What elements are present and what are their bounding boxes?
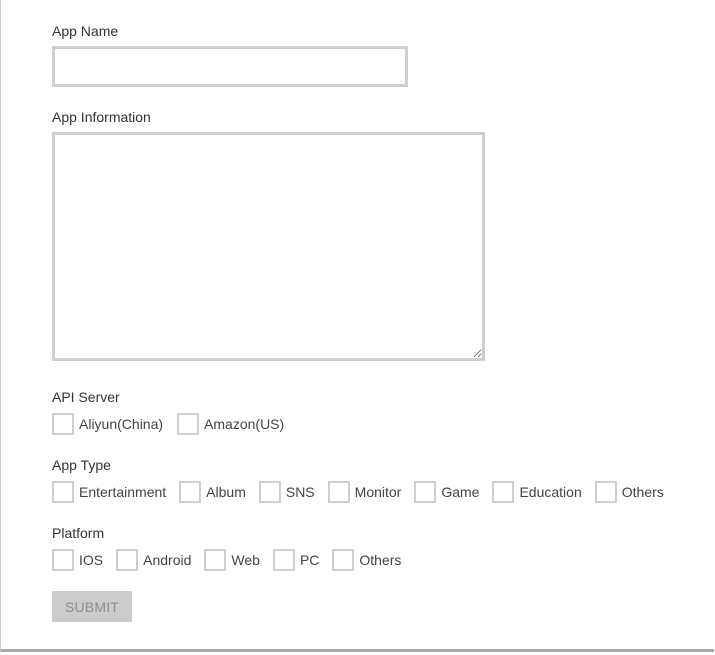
checkbox-label: PC	[299, 551, 320, 568]
api-server-option-amazon[interactable]: Amazon(US)	[177, 412, 284, 435]
checkbox-label: Amazon(US)	[204, 415, 285, 432]
platform-option-ios[interactable]: IOS	[52, 548, 103, 571]
api-server-options: Aliyun(China) Amazon(US)	[52, 412, 284, 435]
submit-button[interactable]: SUBMIT	[52, 591, 132, 622]
checkbox[interactable]	[272, 548, 295, 571]
checkbox-label: Monitor	[354, 483, 402, 500]
checkbox-label: IOS	[79, 551, 104, 568]
platform-option-web[interactable]: Web	[204, 548, 260, 571]
platform-option-others[interactable]: Others	[332, 548, 401, 571]
checkbox[interactable]	[179, 480, 202, 503]
api-server-option-aliyun[interactable]: Aliyun(China)	[52, 412, 163, 435]
checkbox[interactable]	[116, 548, 139, 571]
app-name-label: App Name	[52, 23, 119, 39]
checkbox[interactable]	[594, 480, 617, 503]
api-server-label: API Server	[52, 389, 120, 405]
checkbox[interactable]	[332, 548, 355, 571]
checkbox-label: Entertainment	[79, 483, 167, 500]
checkbox-label: Android	[143, 551, 192, 568]
platform-label: Platform	[52, 525, 105, 541]
app-type-option-education[interactable]: Education	[492, 480, 582, 503]
checkbox-label: Others	[621, 483, 664, 500]
checkbox[interactable]	[327, 480, 350, 503]
app-type-option-others[interactable]: Others	[594, 480, 664, 503]
app-name-input[interactable]	[52, 46, 408, 87]
platform-option-android[interactable]: Android	[116, 548, 191, 571]
checkbox[interactable]	[52, 548, 74, 571]
app-type-options: Entertainment Album SNS Monitor Game Edu…	[52, 480, 664, 503]
app-information-label: App Information	[52, 109, 151, 125]
checkbox-label: Album	[206, 483, 246, 500]
platform-option-pc[interactable]: PC	[272, 548, 320, 571]
checkbox-label: Education	[519, 483, 582, 500]
checkbox[interactable]	[52, 412, 74, 435]
app-information-textarea[interactable]	[52, 132, 485, 361]
checkbox-label: Web	[231, 551, 260, 568]
checkbox[interactable]	[258, 480, 281, 503]
checkbox-label: Aliyun(China)	[79, 415, 164, 432]
app-type-label: App Type	[52, 457, 111, 473]
checkbox[interactable]	[492, 480, 515, 503]
checkbox-label: SNS	[285, 483, 315, 500]
checkbox[interactable]	[52, 480, 74, 503]
app-type-option-album[interactable]: Album	[179, 480, 246, 503]
platform-options: IOS Android Web PC Others	[52, 548, 401, 571]
checkbox-label: Others	[359, 551, 402, 568]
form-container: App Name App Information API Server Aliy…	[0, 0, 714, 652]
checkbox[interactable]	[414, 480, 437, 503]
checkbox[interactable]	[204, 548, 227, 571]
app-type-option-sns[interactable]: SNS	[258, 480, 315, 503]
app-type-option-monitor[interactable]: Monitor	[327, 480, 402, 503]
checkbox[interactable]	[177, 412, 200, 435]
checkbox-label: Game	[441, 483, 480, 500]
app-type-option-entertainment[interactable]: Entertainment	[52, 480, 166, 503]
app-type-option-game[interactable]: Game	[414, 480, 479, 503]
